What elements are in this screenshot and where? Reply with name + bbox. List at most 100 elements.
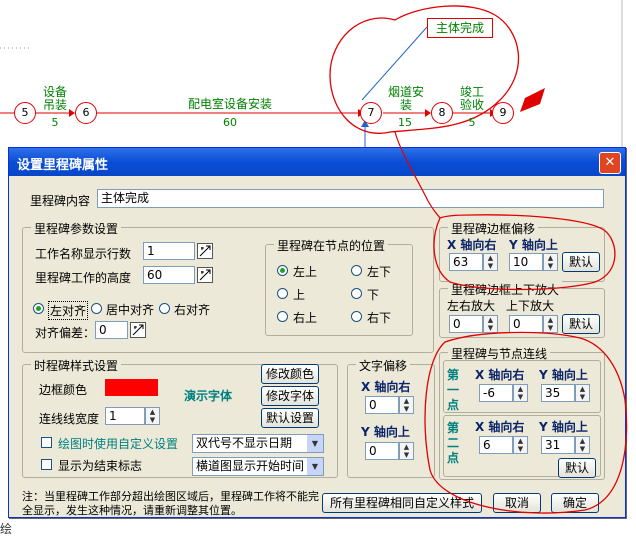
height-input[interactable]: 60	[143, 266, 195, 284]
border-scale-lr-input[interactable]: 0	[449, 315, 483, 333]
spin-arrows-icon[interactable]: ▲ ▼	[483, 253, 498, 271]
dialog-titlebar[interactable]: 设置里程碑属性 ✕	[9, 148, 625, 176]
offset-input[interactable]: 0	[95, 321, 128, 339]
spin-arrows-icon[interactable]: ▲ ▼	[145, 407, 160, 425]
close-icon[interactable]: ✕	[599, 152, 621, 174]
status-char: 绘	[0, 522, 13, 536]
spin-arrows-icon[interactable]: ▲ ▼	[543, 315, 558, 333]
align-center-radio[interactable]	[91, 303, 102, 314]
task-duration: 5	[468, 116, 476, 129]
params-title: 里程碑参数设置	[31, 220, 122, 237]
spin-arrows-icon[interactable]: ▲ ▼	[399, 442, 414, 460]
border-scale-title: 里程碑边框上下放大	[448, 281, 563, 298]
spin-arrows-icon[interactable]: ▲ ▼	[513, 384, 528, 402]
task-duration: 5	[51, 116, 59, 129]
spin-arrows-icon[interactable]: ▲ ▼	[483, 315, 498, 333]
spin-wand-icon[interactable]	[197, 243, 213, 259]
pos-top-left-radio[interactable]	[277, 265, 288, 276]
node-6[interactable]: 6	[75, 102, 97, 124]
spin-wand-icon[interactable]	[197, 267, 213, 283]
spin-arrows-icon[interactable]: ▲ ▼	[399, 396, 414, 414]
pos-top-radio[interactable]	[277, 288, 288, 299]
border-color-swatch[interactable]	[105, 379, 158, 396]
demo-font-label: 演示字体	[184, 389, 233, 403]
modify-color-button[interactable]: 修改颜色	[261, 364, 319, 384]
pos-option-label: 右下	[367, 311, 392, 325]
ok-button[interactable]: 确定	[551, 493, 599, 513]
border-color-label: 边框颜色	[39, 383, 88, 397]
border-scale-default-button[interactable]: 默认	[562, 314, 600, 334]
milestone-tag: 主体完成	[427, 18, 493, 38]
connect-default-button[interactable]: 默认	[558, 458, 596, 478]
apply-all-button[interactable]: 所有里程碑相同自定义样式	[322, 493, 482, 513]
border-offset-x-input[interactable]: 63	[449, 253, 483, 271]
spin-arrows-icon[interactable]: ▲ ▼	[513, 436, 528, 454]
pos-top-right-radio[interactable]	[277, 311, 288, 322]
rows-label: 工作名称显示行数	[35, 247, 132, 261]
point2-label: 第二点	[447, 421, 460, 465]
end-mark-checkbox[interactable]	[41, 459, 52, 470]
style-title: 时程碑样式设置	[31, 357, 122, 374]
border-offset-y-input[interactable]: 10	[509, 253, 543, 271]
spin-arrows-icon[interactable]: ▲ ▼	[575, 436, 590, 454]
p2-x-label: X 轴向右	[475, 420, 525, 434]
x-axis-label: X 轴向右	[447, 238, 497, 252]
chevron-down-icon[interactable]: ▼	[307, 435, 323, 452]
position-title: 里程碑在节点的位置	[274, 237, 389, 254]
pos-bottom-right-radio[interactable]	[351, 311, 362, 322]
pos-option-label: 左上	[293, 265, 318, 279]
pos-option-label: 下	[367, 288, 380, 302]
line-width-input[interactable]: 1	[105, 407, 145, 425]
pos-bottom-left-radio[interactable]	[351, 265, 362, 276]
network-diagram	[0, 0, 623, 150]
milestone-dialog: 设置里程碑属性 ✕ 里程碑内容 主体完成 里程碑参数设置 工作名称显示行数 1 …	[8, 147, 626, 518]
p2-y-label: Y 轴向上	[539, 420, 588, 434]
content-label: 里程碑内容	[30, 194, 91, 208]
text-x-label: X 轴向右	[361, 380, 411, 394]
text-offset-y-input[interactable]: 0	[365, 442, 399, 460]
align-right-radio[interactable]	[159, 303, 170, 314]
node-9[interactable]: 9	[492, 102, 514, 124]
text-offset-x-input[interactable]: 0	[365, 396, 399, 414]
connect-p1-x-input[interactable]: -6	[479, 384, 513, 402]
note-text: 注：当里程碑工作部分超出绘图区域后，里程碑工作将不能完全显示，发生这种情况，请重…	[22, 490, 319, 517]
use-custom-checkbox[interactable]	[41, 437, 52, 448]
pos-option-label: 左下	[367, 265, 392, 279]
border-scale-ud-input[interactable]: 0	[509, 315, 543, 333]
time-display-value: 横道图显示开始时间	[196, 459, 305, 473]
border-offset-default-button[interactable]: 默认	[562, 252, 600, 272]
line-width-label: 连线线宽度	[39, 412, 100, 426]
spin-arrows-icon[interactable]: ▲ ▼	[575, 384, 590, 402]
task-label: 配电室设备安装	[187, 97, 272, 111]
connect-p2-x-input[interactable]: 6	[479, 436, 513, 454]
content-input[interactable]: 主体完成	[97, 189, 604, 208]
time-display-select[interactable]: 横道图显示开始时间 ▼	[192, 457, 324, 476]
y-axis-label: Y 轴向上	[509, 238, 558, 252]
connect-p1-y-input[interactable]: 35	[541, 384, 575, 402]
node-8[interactable]: 8	[431, 102, 453, 124]
dialog-title: 设置里程碑属性	[17, 158, 109, 173]
pos-bottom-radio[interactable]	[351, 288, 362, 299]
lr-label: 左右放大	[447, 299, 496, 313]
p1-y-label: Y 轴向上	[539, 368, 588, 382]
modify-font-button[interactable]: 修改字体	[261, 386, 319, 406]
task-duration: 60	[223, 116, 237, 129]
task-label: 烟道安装	[387, 85, 424, 112]
default-settings-button[interactable]: 默认设置	[261, 408, 319, 428]
spin-wand-icon[interactable]	[130, 322, 146, 338]
align-left-label: 左对齐	[48, 301, 89, 320]
rows-input[interactable]: 1	[143, 242, 195, 260]
connect-p2-y-input[interactable]: 31	[541, 436, 575, 454]
cancel-button[interactable]: 取消	[493, 493, 541, 513]
task-label: 设备 吊装	[42, 85, 67, 112]
height-label: 里程碑工作的高度	[35, 271, 132, 285]
border-offset-title: 里程碑边框偏移	[448, 220, 539, 237]
task-duration: 15	[398, 116, 412, 129]
node-7[interactable]: 7	[360, 102, 382, 124]
date-display-select[interactable]: 双代号不显示日期 ▼	[192, 434, 324, 453]
p1-x-label: X 轴向右	[475, 368, 525, 382]
spin-arrows-icon[interactable]: ▲ ▼	[543, 253, 558, 271]
node-5[interactable]: 5	[14, 102, 36, 124]
align-left-radio[interactable]	[33, 303, 44, 314]
chevron-down-icon[interactable]: ▼	[307, 458, 323, 475]
